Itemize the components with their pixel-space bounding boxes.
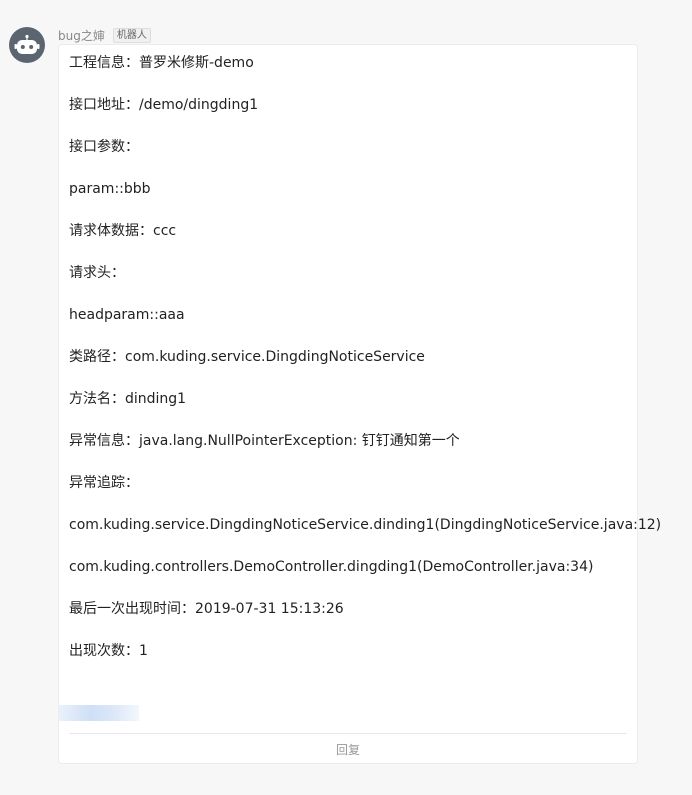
robot-badge: 机器人	[112, 27, 151, 43]
message-card: 工程信息：普罗米修斯-demo 接口地址：/demo/dingding1 接口参…	[58, 44, 662, 764]
sender-name[interactable]: bug之婶	[58, 27, 105, 44]
project-info-line: 工程信息：普罗米修斯-demo	[69, 55, 254, 71]
occurrence-count-line: 出现次数：1	[69, 643, 148, 659]
stack-trace-line: com.kuding.controllers.DemoController.di…	[69, 559, 594, 575]
stack-trace-label: 异常追踪：	[69, 475, 139, 491]
param-value-line: param::bbb	[69, 181, 151, 197]
sender-line: bug之婶 机器人	[58, 26, 151, 44]
chat-message-row: bug之婶 机器人 工程信息：普罗米修斯-demo 接口地址：/demo/din…	[0, 0, 692, 795]
class-path-line: 类路径：com.kuding.service.DingdingNoticeSer…	[69, 349, 425, 365]
method-name-line: 方法名：dinding1	[69, 391, 187, 407]
request-headers-label: 请求头：	[69, 265, 125, 281]
robot-avatar-icon[interactable]	[9, 27, 45, 63]
divider	[69, 733, 627, 734]
last-occurrence-line: 最后一次出现时间：2019-07-31 15:13:26	[69, 601, 344, 617]
api-params-label: 接口参数：	[69, 139, 139, 155]
message-content: 工程信息：普罗米修斯-demo 接口地址：/demo/dingding1 接口参…	[69, 53, 662, 683]
header-param-line: headparam::aaa	[69, 307, 185, 323]
api-address-line: 接口地址：/demo/dingding1	[69, 97, 259, 113]
redacted-mention	[59, 705, 139, 721]
stack-trace-line: com.kuding.service.DingdingNoticeService…	[69, 517, 662, 533]
request-body-line: 请求体数据：ccc	[69, 223, 177, 239]
reply-button[interactable]: 回复	[59, 741, 637, 758]
exception-info-line: 异常信息：java.lang.NullPointerException: 钉钉通…	[69, 433, 460, 449]
